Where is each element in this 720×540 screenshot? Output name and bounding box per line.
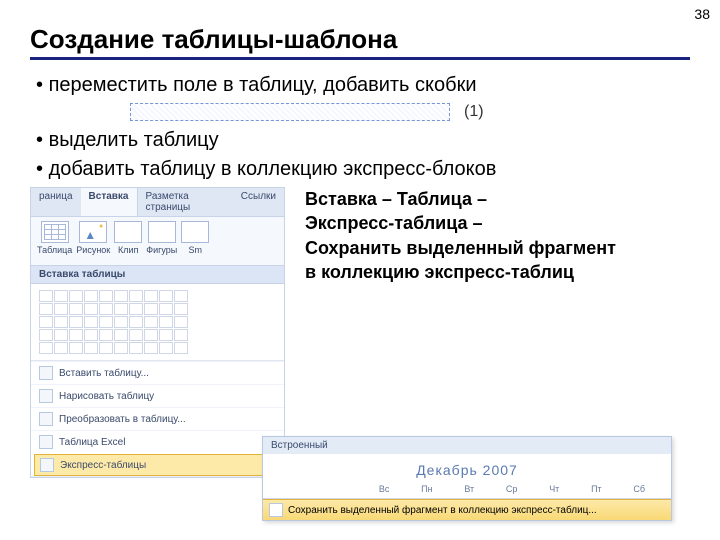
calendar-days-row: Вс Пн Вт Ср Чт Пт Сб (263, 482, 671, 499)
table-icon (41, 221, 69, 243)
table-size-grid[interactable] (31, 284, 284, 360)
picture-button[interactable]: Рисунок (76, 221, 110, 255)
bullet-3: добавить таблицу в коллекцию экспресс-бл… (36, 158, 690, 181)
pencil-icon (39, 389, 53, 403)
tab-page[interactable]: раница (31, 188, 81, 216)
field-placeholder-box (130, 103, 450, 121)
dropdown-header: Вставка таблицы (31, 266, 284, 284)
instruction-line-3: Сохранить выделенный фрагмент (305, 236, 616, 260)
express-tables-submenu: Встроенный Декабрь 2007 Вс Пн Вт Ср Чт П… (262, 436, 672, 521)
clip-icon (114, 221, 142, 243)
word-ribbon-screenshot: раница Вставка Разметка страницы Ссылки … (30, 187, 285, 478)
bullet-1: переместить поле в таблицу, добавить ско… (36, 74, 690, 97)
picture-icon (79, 221, 107, 243)
slide-content: Создание таблицы-шаблона переместить пол… (0, 0, 720, 478)
page-number: 38 (694, 6, 710, 22)
menu-convert-table[interactable]: Преобразовать в таблицу... (31, 407, 284, 430)
grid-icon (39, 366, 53, 380)
tab-layout[interactable]: Разметка страницы (138, 188, 233, 216)
menu-draw-table[interactable]: Нарисовать таблицу (31, 384, 284, 407)
table-menu-list: Вставить таблицу... Нарисовать таблицу П… (31, 360, 284, 476)
shapes-button[interactable]: Фигуры (146, 221, 177, 255)
submenu-save-item[interactable]: Сохранить выделенный фрагмент в коллекци… (263, 499, 671, 520)
field-paren-label: (1) (464, 103, 484, 121)
smartart-icon (181, 221, 209, 243)
table-button[interactable]: Таблица (37, 221, 72, 255)
menu-express-tables[interactable]: Экспресс-таблицы▶ (34, 454, 281, 476)
instruction-line-2: Экспресс-таблица – (305, 211, 616, 235)
menu-insert-table[interactable]: Вставить таблицу... (31, 361, 284, 384)
ribbon-buttons: Таблица Рисунок Клип Фигуры Sm (31, 217, 284, 266)
ribbon-tabs: раница Вставка Разметка страницы Ссылки (31, 188, 284, 217)
bullet-2: выделить таблицу (36, 129, 690, 152)
menu-excel-table[interactable]: Таблица Excel (31, 430, 284, 453)
field-example-row: (1) (130, 103, 690, 121)
shapes-icon (148, 221, 176, 243)
convert-icon (39, 412, 53, 426)
excel-icon (39, 435, 53, 449)
instruction-line-4: в коллекцию экспресс-таблиц (305, 260, 616, 284)
express-icon (40, 458, 54, 472)
save-fragment-icon (269, 503, 283, 517)
tab-refs[interactable]: Ссылки (233, 188, 284, 216)
instruction-line-1: Вставка – Таблица – (305, 187, 616, 211)
instruction-text: Вставка – Таблица – Экспресс-таблица – С… (305, 187, 616, 478)
smartart-button[interactable]: Sm (181, 221, 209, 255)
clip-button[interactable]: Клип (114, 221, 142, 255)
page-title: Создание таблицы-шаблона (30, 24, 690, 55)
tab-insert[interactable]: Вставка (81, 188, 138, 216)
submenu-header: Встроенный (263, 437, 671, 454)
title-rule (30, 57, 690, 60)
calendar-title: Декабрь 2007 (263, 454, 671, 482)
